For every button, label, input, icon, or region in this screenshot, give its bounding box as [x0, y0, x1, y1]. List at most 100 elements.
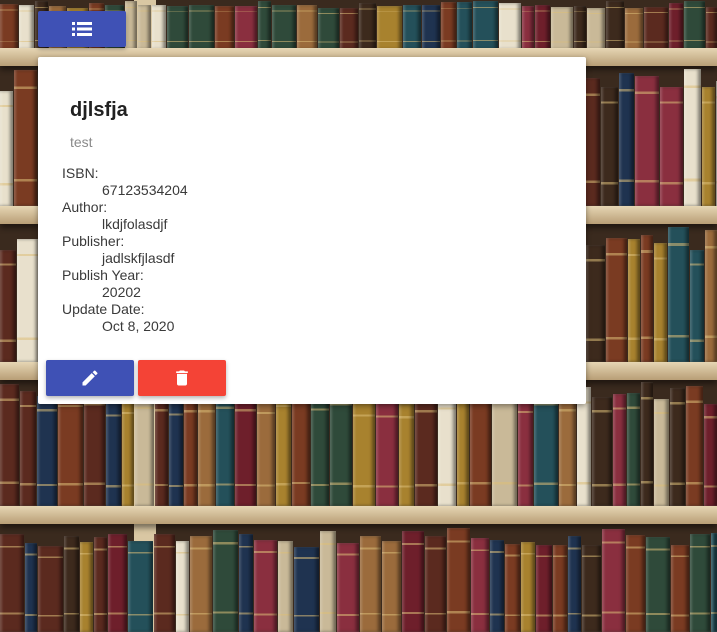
book-subtitle: test [70, 134, 93, 150]
book-spine [138, 5, 151, 50]
book-spine [360, 536, 381, 632]
book-spine [635, 76, 659, 206]
book-spine [641, 382, 653, 506]
book-spine [704, 404, 717, 506]
book-spine [602, 529, 625, 632]
book-spine [122, 399, 134, 506]
book-spine [601, 87, 618, 206]
book-spine [619, 73, 634, 206]
book-spine [190, 536, 212, 632]
book-spine [330, 389, 352, 506]
menu-button[interactable] [38, 11, 126, 47]
book-spine [198, 397, 215, 506]
book-spine [399, 404, 414, 506]
book-spine [154, 534, 175, 632]
book-spine [660, 87, 683, 206]
book-spine [311, 395, 329, 506]
author-label: Author: [62, 199, 108, 215]
book-spine [625, 8, 643, 50]
book-spine [297, 5, 317, 50]
book-spine [353, 402, 375, 506]
book-spine [553, 545, 567, 632]
book-title: djlsfja [70, 99, 128, 121]
book-spine [671, 545, 689, 632]
book-spine [668, 227, 689, 362]
book-spine [711, 533, 717, 632]
book-spine [272, 5, 296, 50]
book-spine [0, 250, 16, 362]
book-spine [0, 4, 18, 50]
book-details-list: ISBN: 67123534204 Author: lkdjfolasdjf P… [62, 165, 188, 335]
book-spine [654, 399, 669, 506]
book-spine [551, 7, 573, 50]
book-spine [670, 388, 685, 506]
book-spine [559, 396, 576, 506]
book-spine [422, 5, 440, 50]
book-spine [705, 230, 717, 362]
trash-icon [172, 368, 192, 388]
book-spine [690, 250, 704, 362]
book-spine [592, 397, 612, 506]
book-spine [606, 238, 627, 362]
book-spine [644, 7, 668, 50]
book-spine [318, 8, 339, 50]
book-spine [627, 393, 640, 506]
book-spine [258, 1, 271, 50]
book-spine [377, 6, 402, 50]
publisher-label: Publisher: [62, 233, 125, 249]
isbn-value: 67123534204 [102, 182, 188, 198]
book-spine [690, 534, 710, 632]
book-spine [84, 389, 105, 506]
list-icon [72, 22, 92, 36]
book-spine [106, 402, 121, 506]
book-spine [654, 243, 667, 362]
author-value: lkdjfolasdjf [102, 216, 168, 232]
book-spine [235, 6, 257, 50]
book-spine [14, 70, 37, 206]
book-spine [684, 69, 701, 206]
book-spine [176, 541, 189, 632]
edit-button[interactable] [46, 360, 134, 396]
book-spine [684, 1, 705, 50]
book-spine [626, 535, 645, 632]
book-spine [425, 536, 446, 632]
publish-year-label: Publish Year: [62, 267, 144, 283]
book-spine [167, 6, 188, 50]
book-spine [257, 399, 275, 506]
book-spine [490, 540, 504, 632]
book-spine [521, 542, 535, 632]
book-spine [80, 542, 93, 632]
book-spine [278, 541, 293, 632]
book-spine [457, 387, 469, 506]
book-spine [706, 7, 717, 50]
book-row-5 [0, 528, 717, 632]
book-spine [184, 397, 197, 506]
book-spine [447, 528, 470, 632]
book-spine [606, 1, 624, 50]
update-date-value: Oct 8, 2020 [102, 318, 175, 334]
book-spine [628, 239, 640, 362]
book-spine [215, 6, 234, 50]
book-spine [457, 2, 472, 50]
book-spine [641, 235, 653, 362]
book-spine [320, 531, 336, 632]
publisher-value: jadlskfjlasdf [102, 250, 175, 266]
shelf-board [0, 506, 717, 524]
book-spine [213, 530, 238, 632]
book-spine [376, 403, 398, 506]
book-spine [536, 545, 552, 632]
book-spine [582, 545, 601, 632]
delete-button[interactable] [138, 360, 226, 396]
book-spine [473, 1, 498, 50]
book-spine [522, 6, 534, 50]
book-spine [505, 544, 520, 632]
book-spine [359, 3, 376, 50]
book-spine [239, 534, 253, 632]
book-spine [577, 387, 591, 506]
book-spine [235, 396, 256, 506]
book-spine [216, 393, 234, 506]
book-spine [646, 537, 670, 632]
book-spine [492, 386, 517, 506]
book-spine [382, 541, 401, 632]
book-spine [128, 541, 153, 632]
